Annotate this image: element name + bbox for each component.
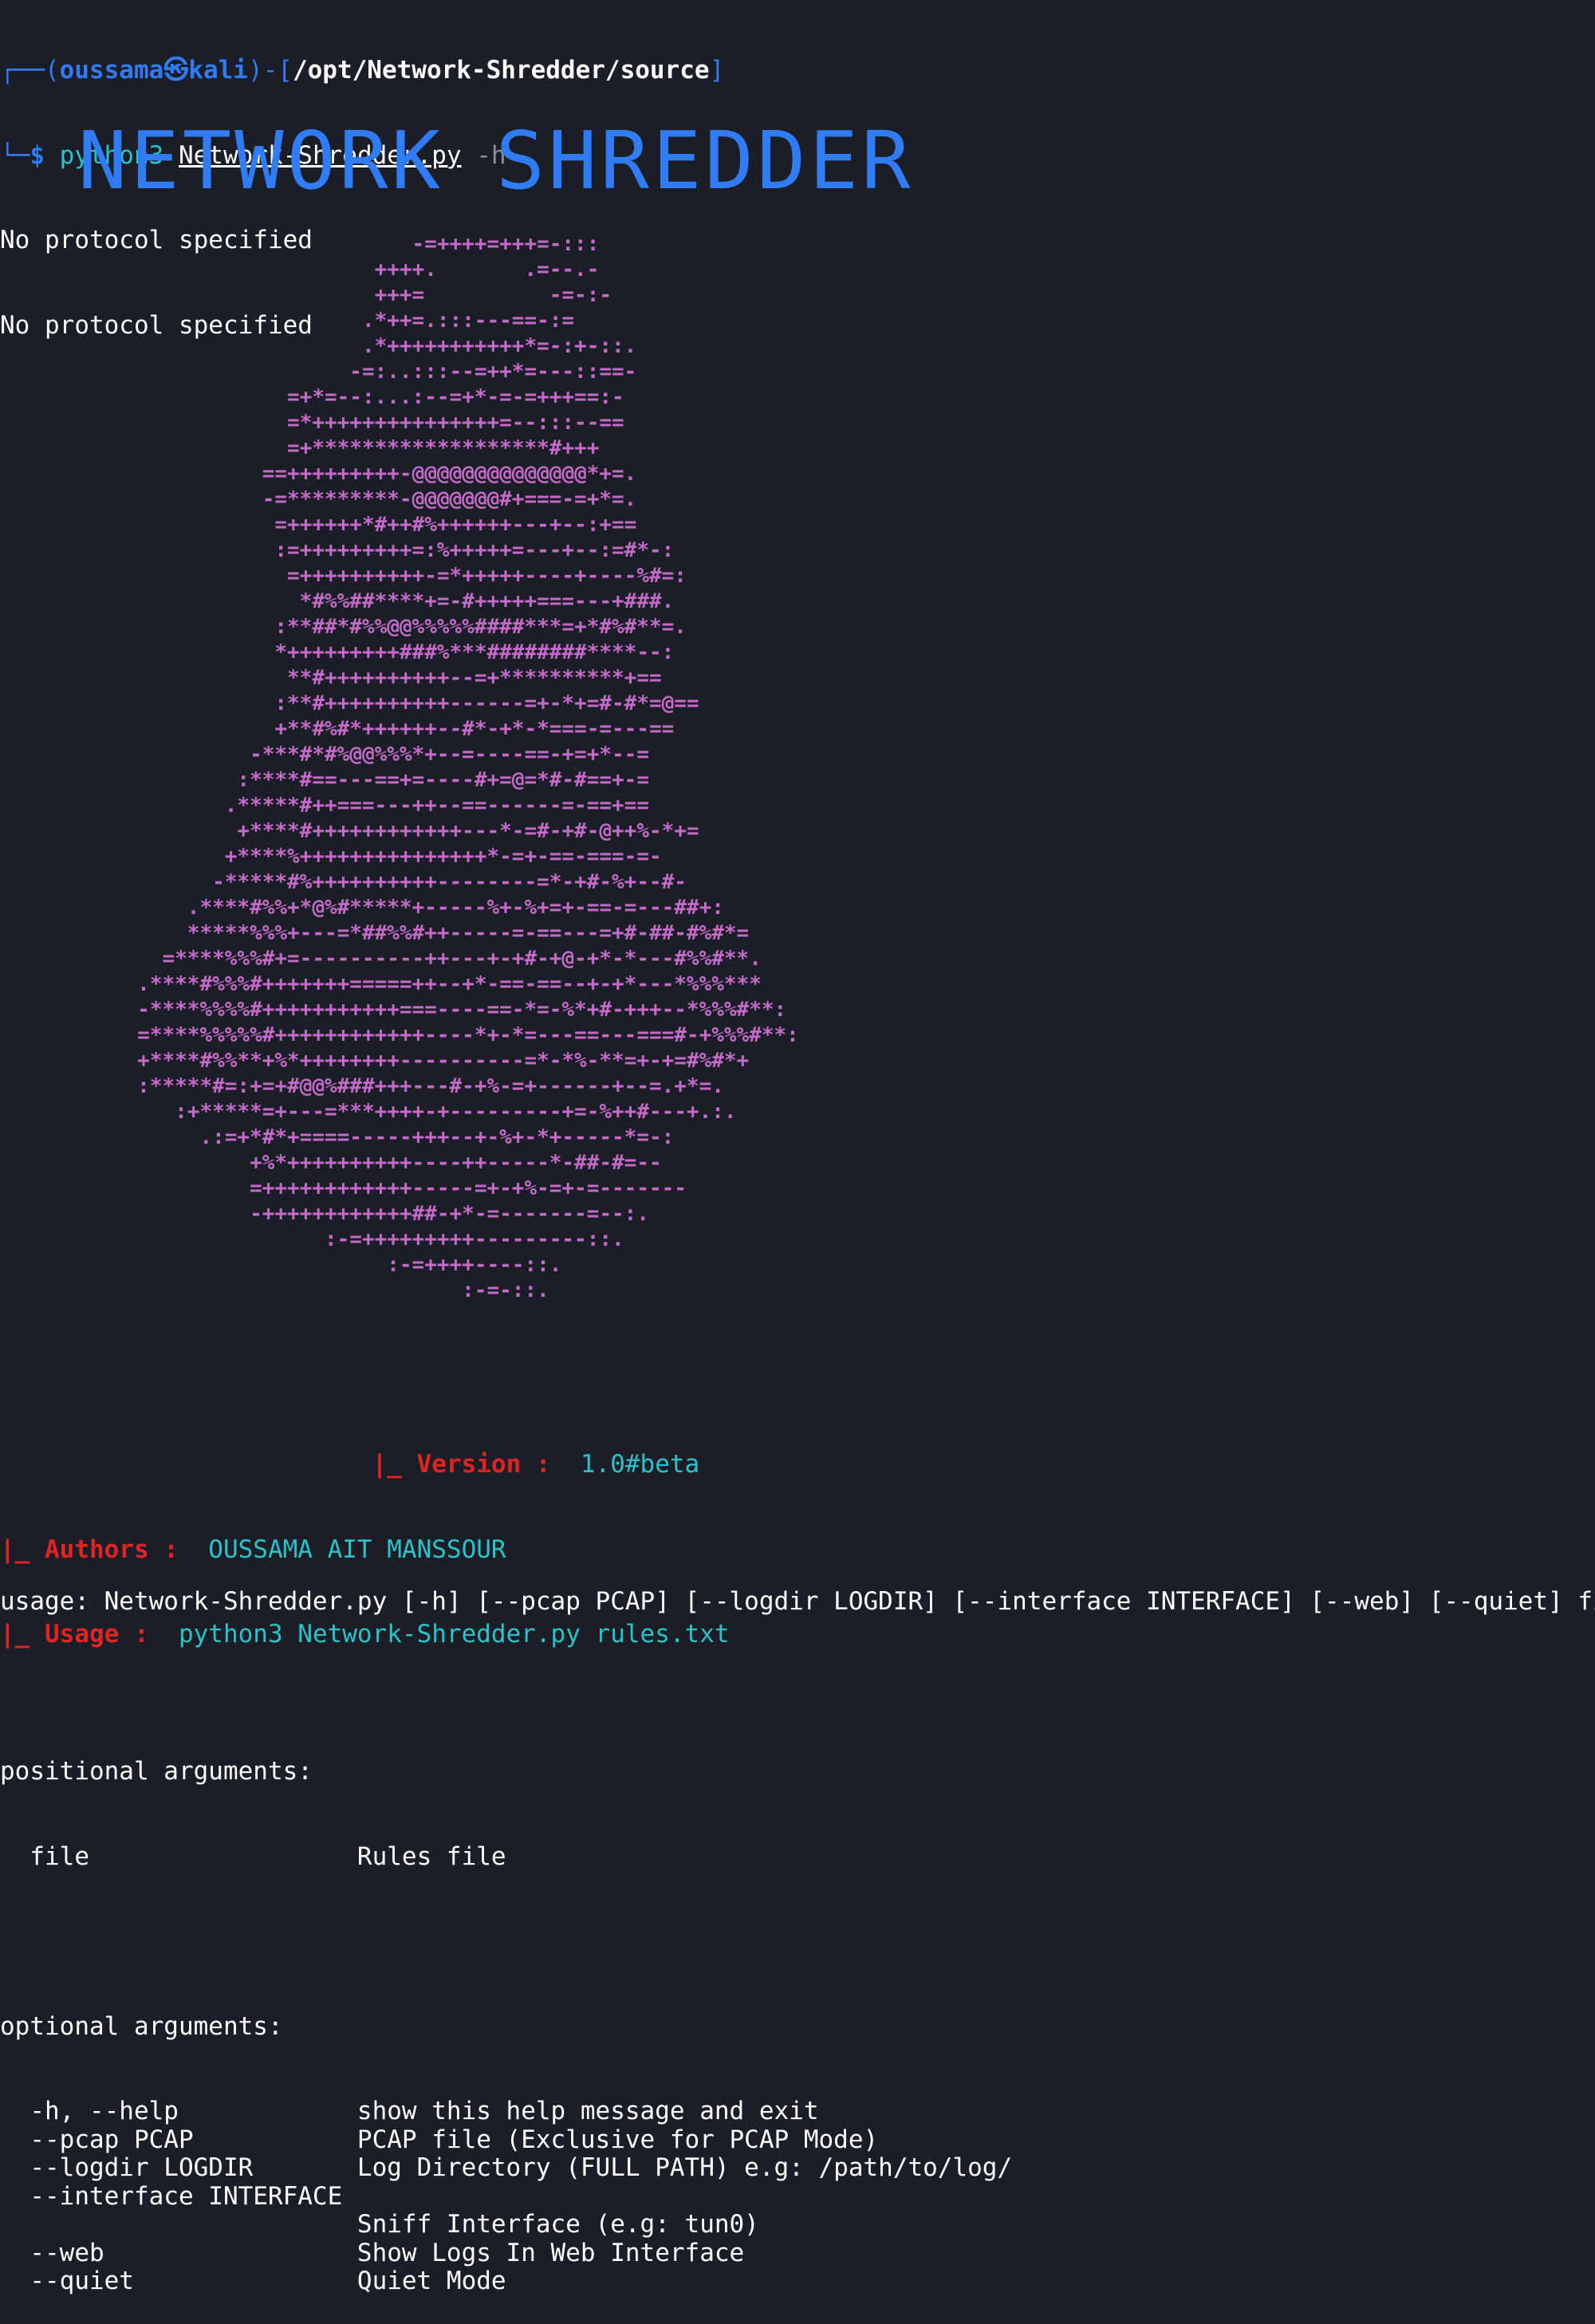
- ascii-art-line: :-=-::.: [0, 1278, 549, 1302]
- ascii-art-line: +++= -=-:-: [0, 283, 612, 307]
- ascii-art-line: .*++=.:::---==-:=: [0, 309, 575, 333]
- optional-arg: --web Show Logs In Web Interface: [0, 2239, 745, 2267]
- ascii-art-line: *+++++++++###%***########****--:: [0, 640, 675, 664]
- ascii-art-line: -=*********-@@@@@@@#+===-=+*=.: [0, 487, 637, 511]
- ascii-art-line: =****%%%#+=----------++---+-+#-+@-+*-*--…: [0, 947, 762, 971]
- ascii-art-line: -*****#%++++++++++--------=*-+#-%+--#-: [0, 870, 687, 894]
- positional-arg: file Rules file: [0, 1842, 506, 1871]
- ascii-art-line: -***#*#%@@%%%*+--=----==-+=+*--=: [0, 742, 649, 766]
- ascii-art-line: .****#%%%#+++++++=====++--+*-==-==--+-+*…: [0, 972, 762, 996]
- version-value: 1.0#beta: [580, 1451, 700, 1479]
- ascii-art-line: +****#++++++++++++---*-=#-+#-@++%-*+=: [0, 819, 699, 843]
- ascii-art-line: =+*=--:...:--=+*-=-=+++==:-: [0, 385, 624, 409]
- ascii-art-line: -++++++++++++##-+*-=-------=--:.: [0, 1202, 649, 1226]
- ascii-art-line: *#%%##****+=-#+++++===---+###.: [0, 589, 675, 613]
- ascii-art-line: +****#%%**+%*++++++++----------=*-*%-**=…: [0, 1049, 750, 1073]
- optional-arg: --quiet Quiet Mode: [0, 2267, 506, 2295]
- ascii-art-line: -=++++=+++=-:::: [0, 232, 600, 256]
- ascii-art-line: -****%%%%#+++++++++++===----==-*=-%*+#-+…: [0, 998, 787, 1022]
- optional-arg: Sniff Interface (e.g: tun0): [0, 2211, 759, 2239]
- ascii-art-line: +%*++++++++++----++-----*-##-#=--: [0, 1151, 662, 1175]
- ascii-art-line: .:=+*#*+====-----+++--+-%+-*+-----*=-:: [0, 1125, 675, 1149]
- ascii-art-line: .****#%%+*@%#*****+-----%+-%+=+-==-=---#…: [0, 896, 724, 920]
- usage-text: usage: Network-Shredder.py [-h] [--pcap …: [0, 1588, 1595, 1616]
- help-output: usage: Network-Shredder.py [-h] [--pcap …: [0, 1531, 1595, 2324]
- optional-arg: -h, --help show this help message and ex…: [0, 2098, 819, 2125]
- prompt-cwd: /opt/Network-Shredder/source: [292, 57, 710, 85]
- version-line: |_ Version : 1.0#beta: [0, 1451, 730, 1479]
- ascii-art-line: =++++++++++++-----=+-+%-=+-=-------: [0, 1176, 687, 1200]
- optional-arg: --pcap PCAP PCAP file (Exclusive for PCA…: [0, 2125, 879, 2154]
- ascii-art-line: +**#%#*++++++--#*-+*-*===-=---==: [0, 717, 675, 741]
- ascii-art: -=++++=+++=-::: ++++. .=--.- +++= -=-:- …: [0, 231, 799, 1303]
- banner-title: NETWORK SHREDDER: [77, 114, 914, 207]
- ascii-art-line: :=+++++++++=:%+++++=---+--:=#*-:: [0, 538, 675, 562]
- ascii-art-line: :+*****=+---=***++++-+---------+=-%++#--…: [0, 1100, 737, 1124]
- ascii-art-line: +****%+++++++++++++++*-=+-==-===-=-: [0, 845, 662, 869]
- ascii-art-line: .*****#++===---++--==------=-==+==: [0, 794, 649, 817]
- ascii-art-line: ==+++++++++-@@@@@@@@@@@@@@*+=.: [0, 462, 637, 486]
- ascii-art-line: =++++++*#++#%++++++---+--:+==: [0, 513, 637, 537]
- ascii-art-line: .*+++++++++++*=-:+-::.: [0, 334, 637, 358]
- ascii-art-line: :**##*#%%@@%%%%%####***=+*#%#**=.: [0, 615, 687, 639]
- ascii-art-line: :-=++++----::.: [0, 1253, 562, 1277]
- positional-header: positional arguments:: [0, 1758, 313, 1786]
- ascii-art-line: =++++++++++-=*+++++----+----%#=:: [0, 564, 687, 588]
- ascii-art-line: *****%%%+---=*##%%#++-----=-==---=+#-##-…: [0, 921, 750, 945]
- ascii-art-line: :**#++++++++++------=+-*+=#-#*=@==: [0, 691, 699, 715]
- optional-arg: --logdir LOGDIR Log Directory (FULL PATH…: [0, 2154, 1013, 2182]
- ascii-art-line: =*+++++++++++++++=--:::--==: [0, 411, 624, 435]
- optional-arg: --interface INTERFACE: [0, 2182, 343, 2211]
- ascii-art-line: =****%%%%%#++++++++++++----*+-*=---==---…: [0, 1023, 799, 1047]
- ascii-art-line: :*****#=:+=+#@@%###+++---#-+%-=+------+-…: [0, 1074, 724, 1098]
- optional-header: optional arguments:: [0, 2012, 283, 2041]
- prompt-user-host: oussama㉿kali: [59, 57, 248, 85]
- ascii-art-line: :-=+++++++++---------::.: [0, 1227, 624, 1251]
- ascii-art-line: ++++. .=--.-: [0, 258, 600, 282]
- prompt-line-1: ┌──(oussama㉿kali)-[/opt/Network-Shredder…: [0, 57, 725, 85]
- ascii-art-line: -=:..:::--=++*=---::==-: [0, 360, 637, 384]
- ascii-art-line: =+*******************#+++: [0, 436, 600, 460]
- ascii-art-line: :****#==---==+=----#+=@=*#-#==+-=: [0, 768, 649, 792]
- version-label: |_ Version :: [372, 1451, 551, 1479]
- ascii-art-line: **#++++++++++--=+**********+==: [0, 666, 662, 690]
